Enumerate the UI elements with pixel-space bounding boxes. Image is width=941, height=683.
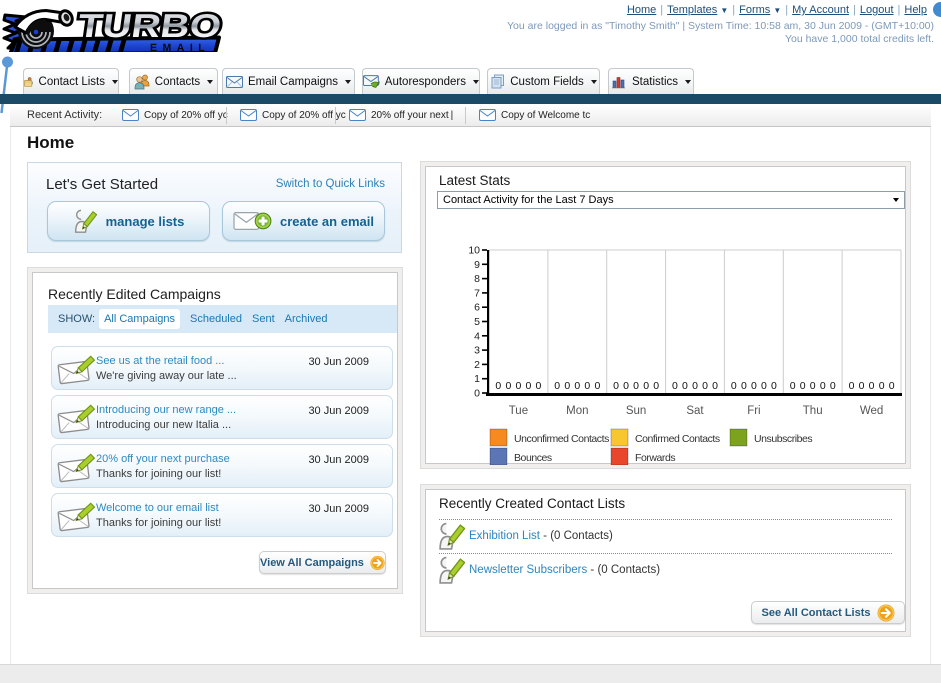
svg-text:Forwards: Forwards bbox=[635, 452, 675, 464]
svg-text:TURBO: TURBO bbox=[76, 7, 223, 44]
svg-text:Bounces: Bounces bbox=[514, 452, 552, 464]
svg-text:9: 9 bbox=[474, 259, 480, 271]
svg-text:0 0 0 0 0: 0 0 0 0 0 bbox=[495, 380, 541, 392]
svg-text:Unsubscribes: Unsubscribes bbox=[754, 433, 812, 445]
svg-text:0 0 0 0 0: 0 0 0 0 0 bbox=[672, 380, 718, 392]
svg-text:Unconfirmed Contacts: Unconfirmed Contacts bbox=[514, 433, 609, 445]
svg-text:0 0 0 0 0: 0 0 0 0 0 bbox=[554, 380, 600, 392]
svg-text:3: 3 bbox=[474, 345, 480, 357]
svg-text:Wed: Wed bbox=[860, 405, 883, 417]
svg-text:0 0 0 0 0: 0 0 0 0 0 bbox=[849, 380, 895, 392]
svg-text:0 0 0 0 0: 0 0 0 0 0 bbox=[790, 380, 836, 392]
svg-text:Confirmed Contacts: Confirmed Contacts bbox=[635, 433, 720, 445]
svg-text:Sun: Sun bbox=[626, 405, 646, 417]
svg-text:5: 5 bbox=[474, 316, 480, 328]
svg-text:Fri: Fri bbox=[747, 405, 760, 417]
svg-text:Tue: Tue bbox=[509, 405, 528, 417]
svg-text:7: 7 bbox=[474, 287, 480, 299]
svg-text:4: 4 bbox=[474, 330, 480, 342]
svg-text:8: 8 bbox=[474, 273, 480, 285]
svg-text:1: 1 bbox=[474, 373, 480, 385]
svg-text:2: 2 bbox=[474, 359, 480, 371]
svg-text:10: 10 bbox=[468, 245, 480, 257]
svg-text:0 0 0 0 0: 0 0 0 0 0 bbox=[731, 380, 777, 392]
svg-text:Mon: Mon bbox=[566, 405, 588, 417]
svg-text:Sat: Sat bbox=[686, 405, 704, 417]
svg-text:0 0 0 0 0: 0 0 0 0 0 bbox=[613, 380, 659, 392]
svg-text:0: 0 bbox=[474, 388, 480, 400]
svg-text:Thu: Thu bbox=[803, 405, 823, 417]
svg-text:6: 6 bbox=[474, 302, 480, 314]
